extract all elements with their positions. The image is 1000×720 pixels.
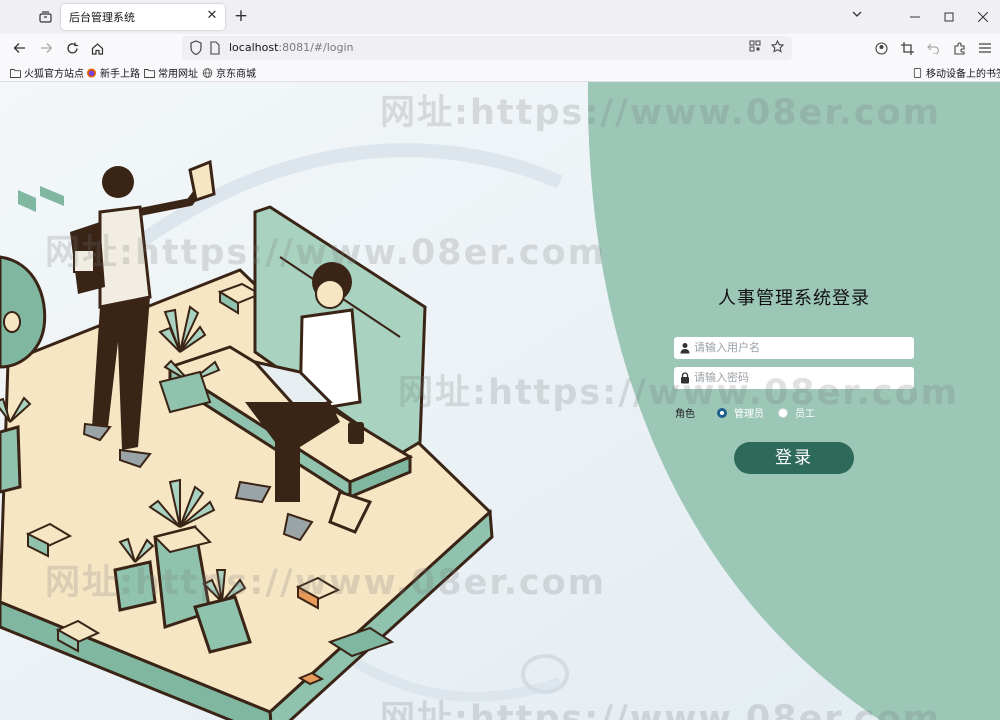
login-button[interactable]: 登录 bbox=[734, 442, 854, 474]
menu-icon[interactable] bbox=[976, 38, 994, 58]
bookmark-item[interactable]: 京东商城 bbox=[202, 65, 256, 80]
home-icon[interactable] bbox=[86, 38, 108, 58]
account-icon[interactable] bbox=[872, 38, 890, 58]
role-label: 角色 bbox=[675, 409, 695, 420]
globe-icon bbox=[202, 67, 213, 78]
login-panel-background bbox=[587, 82, 1000, 720]
url-host: localhost bbox=[229, 41, 279, 54]
browser-tab-bar: 后台管理系统 ✕ + bbox=[0, 0, 1000, 34]
window-controls bbox=[898, 0, 1000, 34]
bookmark-item[interactable]: 常用网址 bbox=[144, 65, 198, 80]
role-radio-admin[interactable]: 管理员 bbox=[717, 405, 764, 420]
url-path: :8081/#/login bbox=[278, 41, 354, 54]
shield-icon[interactable] bbox=[189, 40, 203, 56]
bookmark-item[interactable]: 新手上路 bbox=[86, 65, 140, 80]
login-title: 人事管理系统登录 bbox=[718, 288, 870, 309]
undo-icon[interactable] bbox=[924, 38, 942, 58]
tab-close-icon[interactable]: ✕ bbox=[205, 9, 219, 23]
bookmark-label: 火狐官方站点 bbox=[24, 69, 84, 80]
url-bar[interactable]: localhost:8081/#/login bbox=[182, 36, 792, 60]
tab-title: 后台管理系统 bbox=[69, 11, 135, 24]
navigation-bar: localhost:8081/#/login bbox=[0, 34, 1000, 62]
reload-icon[interactable] bbox=[61, 38, 83, 58]
maximize-icon[interactable] bbox=[932, 0, 966, 34]
mobile-bookmarks[interactable]: 移动设备上的书签 bbox=[912, 65, 1000, 80]
qr-code-icon[interactable] bbox=[749, 40, 761, 56]
bookmark-label: 新手上路 bbox=[100, 69, 140, 80]
role-admin-label: 管理员 bbox=[734, 409, 764, 420]
role-radio-employee[interactable]: 员工 bbox=[778, 405, 815, 420]
bookmark-item[interactable]: 火狐官方站点 bbox=[10, 65, 84, 80]
bookmark-label: 京东商城 bbox=[216, 69, 256, 80]
mobile-bookmarks-label: 移动设备上的书签 bbox=[926, 69, 1000, 80]
username-field[interactable] bbox=[674, 337, 914, 359]
lock-icon bbox=[681, 372, 689, 384]
radio-unchecked-icon bbox=[778, 407, 788, 418]
role-employee-label: 员工 bbox=[795, 409, 815, 420]
username-input[interactable] bbox=[694, 337, 908, 359]
folder-icon bbox=[10, 68, 21, 78]
browser-tab-active[interactable]: 后台管理系统 ✕ bbox=[61, 4, 225, 30]
login-page: 人事管理系统登录 角色 管理员 员工 登录 网址:https://www.08e… bbox=[0, 82, 1000, 720]
mobile-device-icon bbox=[913, 67, 922, 78]
close-window-icon[interactable] bbox=[966, 0, 1000, 34]
page-info-icon[interactable] bbox=[209, 41, 221, 55]
bookmarks-toolbar: 火狐官方站点 新手上路 常用网址 京东商城 移动设备上的书签 bbox=[0, 62, 1000, 82]
firefox-icon bbox=[86, 67, 97, 78]
user-icon bbox=[680, 343, 690, 354]
back-icon[interactable] bbox=[8, 38, 30, 58]
new-tab-icon[interactable]: + bbox=[232, 7, 250, 25]
password-field[interactable] bbox=[674, 367, 914, 389]
url-text[interactable]: localhost:8081/#/login bbox=[229, 41, 354, 54]
screenshot-icon[interactable] bbox=[898, 38, 916, 58]
bookmark-star-icon[interactable] bbox=[770, 39, 785, 56]
chevron-down-icon[interactable] bbox=[848, 8, 866, 26]
bookmark-label: 常用网址 bbox=[158, 69, 198, 80]
forward-icon[interactable] bbox=[35, 38, 57, 58]
password-input[interactable] bbox=[694, 367, 908, 389]
radio-checked-icon bbox=[717, 407, 727, 418]
tab-list-icon[interactable] bbox=[34, 8, 56, 26]
role-selector: 角色 管理员 员工 bbox=[675, 405, 829, 420]
minimize-icon[interactable] bbox=[898, 0, 932, 34]
extensions-icon[interactable] bbox=[950, 38, 968, 58]
folder-icon bbox=[144, 68, 155, 78]
